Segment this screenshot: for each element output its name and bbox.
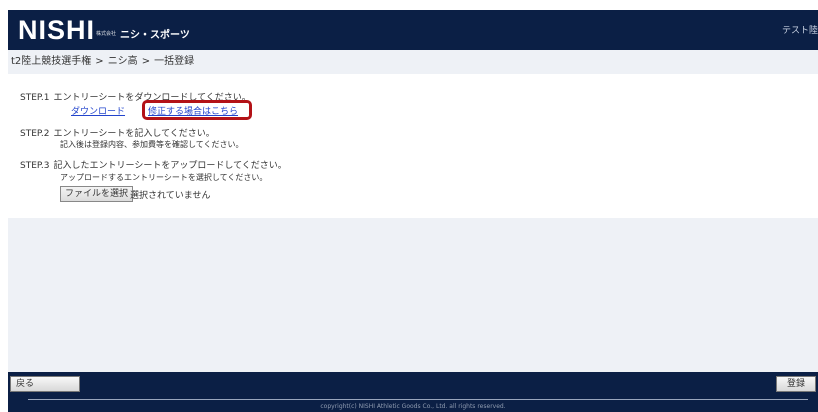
footer-bar: 戻る 登録 copyright(c) NISHI Athletic Goods … [8,372,818,412]
step3-row: STEP.3 記入したエントリーシートをアップロードしてください。 [20,158,287,171]
header-bar: NISHI 株式会社 ニシ・スポーツ テスト陸 [8,10,818,50]
user-name: テスト陸 [781,26,818,36]
step3-text: 記入したエントリーシートをアップロードしてください。 [53,161,287,171]
main-content: STEP.1 エントリーシートをダウンロードしてください。 ダウンロード 修正する… [8,74,818,218]
copyright-text: copyright(c) NISHI Athletic Goods Co., L… [320,403,506,410]
edit-link[interactable]: 修正する場合はこちら [148,107,238,117]
step2-note: 記入後は登録内容、参加費等を確認してください。 [60,140,244,149]
empty-panel [8,218,818,372]
step2-row: STEP.2 エントリーシートを記入してください。 [20,126,215,139]
breadcrumb: t2陸上競技選手権 > ニシ高 > 一括登録 [8,50,818,74]
logo-company-name: ニシ・スポーツ [120,30,190,41]
breadcrumb-separator: > [95,56,104,67]
breadcrumb-separator: > [141,56,151,67]
step3-note: アップロードするエントリーシートを選択してください。 [60,173,268,182]
logo-corp-label: 株式会社 [96,31,117,37]
file-status-text: 選択されていません [130,191,211,201]
step2-label: STEP.2 [20,129,50,139]
breadcrumb-item-competition[interactable]: t2陸上競技選手権 [11,56,91,67]
footer-divider [28,399,808,400]
edit-link-wrap: 修正する場合はこちら [148,104,238,117]
breadcrumb-item-current: 一括登録 [154,56,195,67]
app-frame: NISHI 株式会社 ニシ・スポーツ テスト陸 t2陸上競技選手権 > ニシ高 > 一括… [8,0,818,412]
step3-label: STEP.3 [20,161,50,171]
register-button[interactable]: 登録 [776,376,816,392]
logo-subtitle: 株式会社 ニシ・スポーツ [96,26,190,41]
choose-file-button[interactable]: ファイルを選択 [60,186,134,202]
download-link-wrap: ダウンロード [71,104,125,117]
breadcrumb-item-school[interactable]: ニシ高 [108,56,138,67]
step2-text: エントリーシートを記入してください。 [53,129,215,139]
download-link[interactable]: ダウンロード [71,107,125,117]
back-button[interactable]: 戻る [10,376,80,392]
step1-label: STEP.1 [20,93,50,103]
nishi-logo[interactable]: NISHI [18,16,95,44]
